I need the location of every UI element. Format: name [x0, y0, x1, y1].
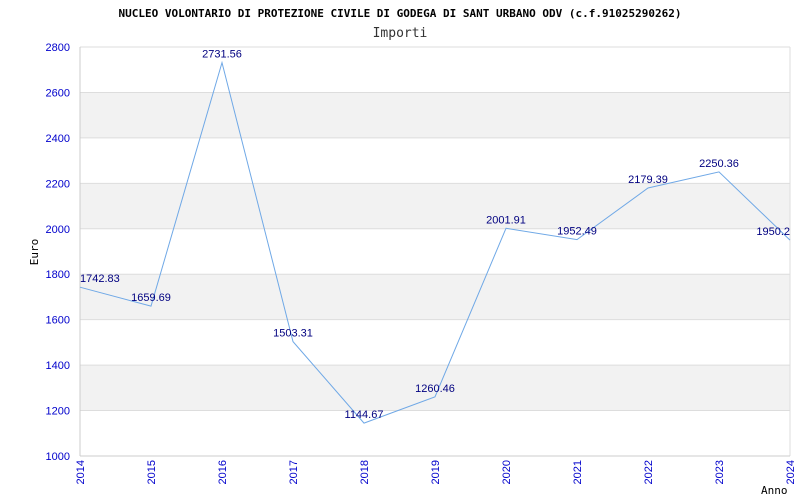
x-tick-label: 2020 — [501, 460, 513, 484]
grid-bands — [80, 92, 790, 411]
y-tick-label: 2400 — [46, 133, 70, 145]
y-tick-label: 1600 — [46, 315, 70, 327]
x-tick-label: 2015 — [146, 460, 158, 484]
x-tick-label: 2019 — [430, 460, 442, 484]
y-tick-label: 2200 — [46, 178, 70, 190]
x-tick-label: 2023 — [714, 460, 726, 484]
data-label: 1503.31 — [273, 328, 313, 340]
y-tick-label: 2000 — [46, 224, 70, 236]
grid-band — [80, 274, 790, 320]
data-label: 1659.69 — [131, 292, 171, 304]
grid-band — [80, 183, 790, 229]
data-label: 1742.83 — [80, 273, 120, 285]
data-label: 1144.67 — [345, 409, 384, 421]
y-tick-label: 1200 — [46, 406, 70, 418]
x-tick-label: 2017 — [288, 460, 300, 484]
data-label: 2250.36 — [699, 158, 739, 170]
x-tick-label: 2021 — [572, 460, 584, 484]
x-tick-label: 2018 — [359, 460, 371, 484]
x-tick-label: 2014 — [75, 460, 87, 484]
data-label: 2179.39 — [628, 174, 668, 186]
y-tick-label: 2600 — [46, 87, 70, 99]
y-axis-label: Euro — [28, 239, 41, 266]
x-tick-label: 2016 — [217, 460, 229, 484]
y-tick-label: 1400 — [46, 360, 70, 372]
grid-band — [80, 92, 790, 138]
data-label: 2731.56 — [202, 49, 242, 61]
chart-subtitle: Importi — [373, 26, 428, 41]
data-label: 2001.91 — [486, 214, 526, 226]
x-tick-labels: 2014 2015 2016 2017 2018 2019 2020 2021 2022 2023… — [75, 460, 797, 484]
y-tick-label: 1000 — [46, 451, 70, 463]
y-tick-label: 1800 — [46, 269, 70, 281]
x-tick-label: 2024 — [785, 460, 797, 484]
x-axis-label: Anno — [761, 484, 788, 497]
chart-title: NUCLEO VOLONTARIO DI PROTEZIONE CIVILE D… — [119, 7, 682, 20]
data-label: 1260.46 — [415, 383, 455, 395]
data-label: 1950.2 — [756, 226, 790, 238]
line-chart: NUCLEO VOLONTARIO DI PROTEZIONE CIVILE D… — [28, 7, 797, 497]
x-tick-label: 2022 — [643, 460, 655, 484]
y-tick-label: 2800 — [46, 42, 70, 54]
data-label: 1952.49 — [557, 226, 597, 238]
y-tick-labels: 1000 1200 1400 1600 1800 2000 2200 2400 2600 2800 — [46, 42, 70, 463]
